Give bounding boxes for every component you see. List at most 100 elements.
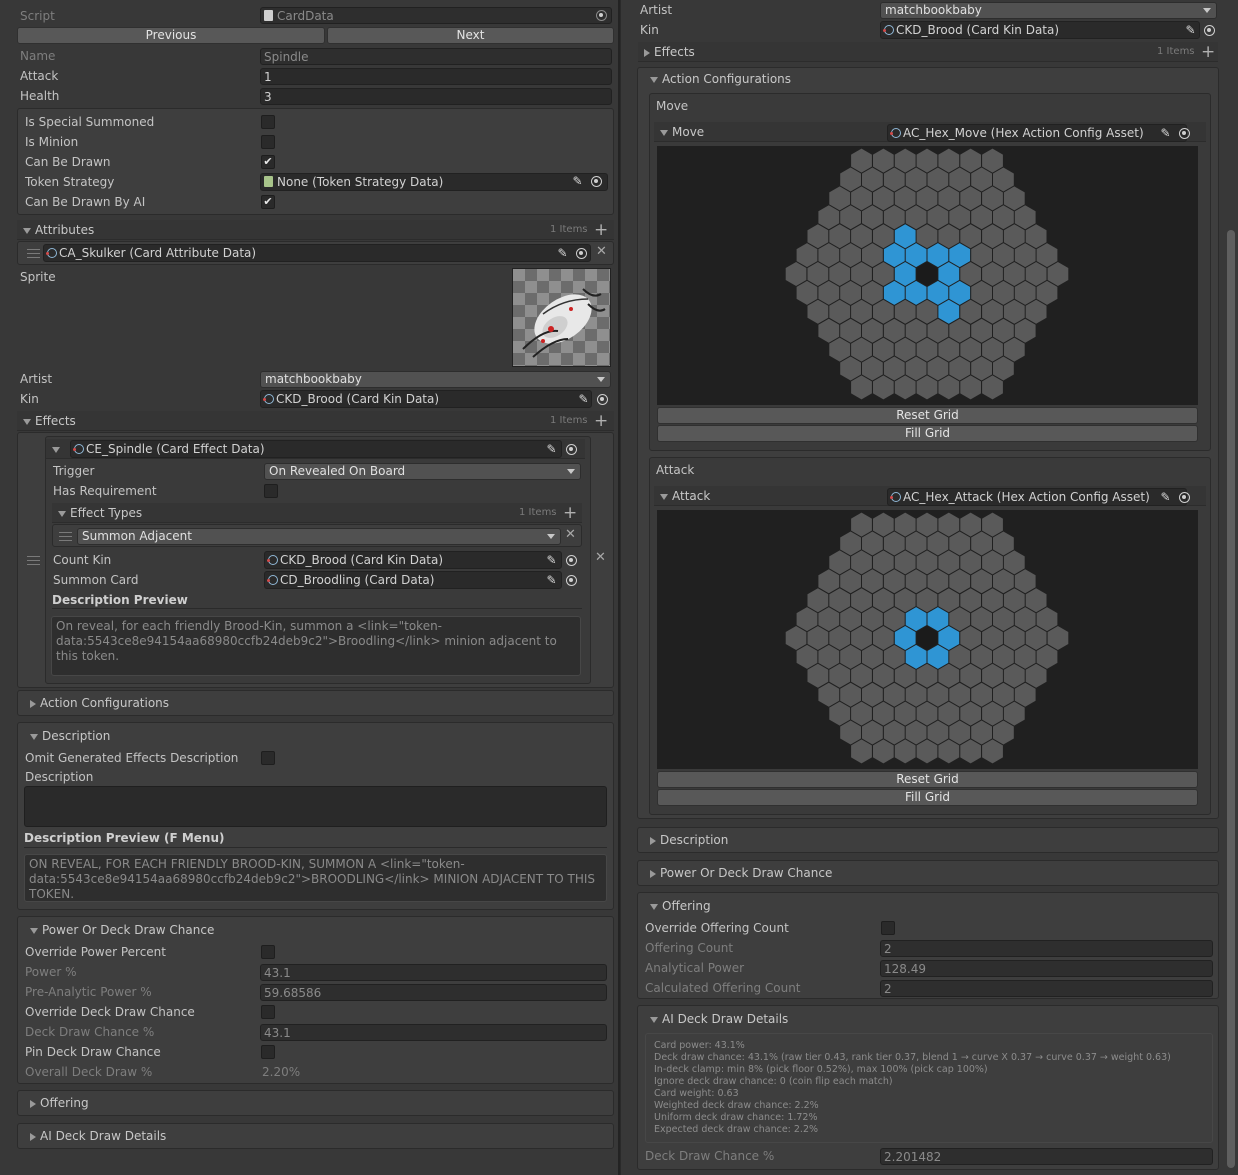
move-hex-cell[interactable] [905,356,927,381]
attack-hex-cell[interactable] [982,512,1003,537]
attack-hex-cell[interactable] [851,701,872,726]
move-hex-cell[interactable] [982,375,1003,400]
attack-hex-cell[interactable] [1003,588,1025,613]
pencil-icon[interactable]: ✎ [545,554,558,567]
move-hex-cell[interactable] [840,205,861,230]
kin-field[interactable]: CKD_Brood (Card Kin Data) [260,390,592,408]
attack-hex-cell[interactable] [949,682,971,707]
attack-hex-cell[interactable] [916,588,938,613]
attack-hex-cell[interactable] [916,550,938,575]
drag-handle-icon[interactable] [27,249,40,258]
attack-hex-cell[interactable] [851,663,872,688]
plus-icon[interactable]: + [594,413,608,430]
attack-hex-cell[interactable] [916,739,938,764]
move-hex-cell[interactable] [818,318,840,343]
attack-hex-cell[interactable] [960,701,981,726]
artist-dropdown[interactable]: matchbookbaby [880,2,1217,19]
attack-hex-cell[interactable] [818,644,840,669]
attack-hex-cell[interactable] [993,569,1014,594]
move-hex-cell[interactable] [1014,280,1036,305]
attack-hex-cell[interactable] [938,739,960,764]
move-hex-cell[interactable] [851,375,872,400]
attack-hex-cell[interactable] [993,644,1014,669]
move-hex-cell[interactable] [938,299,960,324]
move-hex-cell[interactable] [905,318,927,343]
attack-hex-cell[interactable] [949,720,971,745]
move-hex-cell[interactable] [829,224,851,249]
move-hex-cell[interactable] [840,356,861,381]
attack-hex-cell[interactable] [1025,626,1047,650]
move-hex-cell[interactable] [862,205,883,230]
move-hex-cell[interactable] [851,299,872,324]
attack-hex-cell[interactable] [927,644,949,669]
move-hex-cell[interactable] [916,375,938,400]
attack-hex-cell[interactable] [938,588,960,613]
move-hex-cell[interactable] [807,224,829,249]
close-icon[interactable]: ✕ [565,528,576,542]
move-hex-cell[interactable] [949,167,971,192]
attack-hex-cell[interactable] [883,720,905,745]
move-hex-cell[interactable] [1014,318,1036,343]
move-hex-cell[interactable] [829,262,851,286]
attack-hex-cell[interactable] [1003,701,1025,726]
target-icon[interactable] [1179,492,1190,503]
attributes-foldout[interactable]: Attributes [17,220,614,240]
effect-type-dropdown[interactable]: Summon Adjacent [77,528,561,545]
attack-hex-cell[interactable] [1036,644,1058,669]
move-hex-grid[interactable] [657,146,1198,405]
attack-hex-cell[interactable] [916,626,938,650]
move-hex-cell[interactable] [971,280,992,305]
name-field[interactable]: Spindle [260,48,612,65]
move-hex-cell[interactable] [894,148,916,173]
attack-hex-cell[interactable] [938,550,960,575]
move-hex-cell[interactable] [927,243,949,268]
attack-hex-cell[interactable] [829,701,851,726]
power-foldout[interactable]: Power Or Deck Draw Chance [24,920,214,940]
move-hex-cell[interactable] [993,280,1014,305]
attack-hex-cell[interactable] [840,607,861,632]
attack-hex-cell[interactable] [840,720,861,745]
attack-hex-cell[interactable] [840,569,861,594]
attack-hex-cell[interactable] [927,531,949,556]
attack-hex-cell[interactable] [960,663,981,688]
move-hex-cell[interactable] [894,337,916,362]
move-hex-cell[interactable] [982,262,1003,286]
attack-hex-cell[interactable] [938,512,960,537]
attack-hex-cell[interactable] [927,682,949,707]
attack-hex-cell[interactable] [873,512,894,537]
move-hex-cell[interactable] [916,224,938,249]
target-icon[interactable] [596,10,607,21]
move-hex-cell[interactable] [1047,262,1069,286]
move-hex-cell[interactable] [862,167,883,192]
move-hex-cell[interactable] [1036,280,1058,305]
pencil-icon[interactable]: ✎ [1159,491,1172,504]
action-configurations-foldout[interactable]: Action Configurations [644,69,791,89]
attack-hex-cell[interactable] [905,644,927,669]
move-hex-cell[interactable] [785,262,807,286]
close-icon[interactable]: ✕ [595,551,606,565]
override-power-checkbox[interactable] [261,945,275,959]
pencil-icon[interactable]: ✎ [571,175,584,188]
move-hex-cell[interactable] [851,186,872,211]
attack-hex-cell[interactable] [840,531,861,556]
attack-hex-cell[interactable] [1014,569,1036,594]
ai-deck-foldout[interactable]: AI Deck Draw Details [644,1009,788,1029]
attack-hex-cell[interactable] [818,607,840,632]
attack-hex-cell[interactable] [905,682,927,707]
move-hex-cell[interactable] [807,299,829,324]
attack-hex-cell[interactable] [982,739,1003,764]
pre-analytic-field[interactable]: 59.68586 [260,984,607,1001]
attack-field[interactable]: 1 [260,68,612,85]
move-hex-cell[interactable] [916,186,938,211]
attack-hex-cell[interactable] [851,626,872,650]
move-hex-cell[interactable] [938,337,960,362]
attack-hex-cell[interactable] [862,531,883,556]
move-hex-cell[interactable] [960,186,981,211]
move-hex-cell[interactable] [949,318,971,343]
attack-hex-cell[interactable] [1003,550,1025,575]
move-hex-cell[interactable] [960,375,981,400]
description-textarea[interactable] [24,786,607,827]
target-icon[interactable] [576,248,587,259]
omit-description-checkbox[interactable] [261,751,275,765]
move-hex-cell[interactable] [883,205,905,230]
